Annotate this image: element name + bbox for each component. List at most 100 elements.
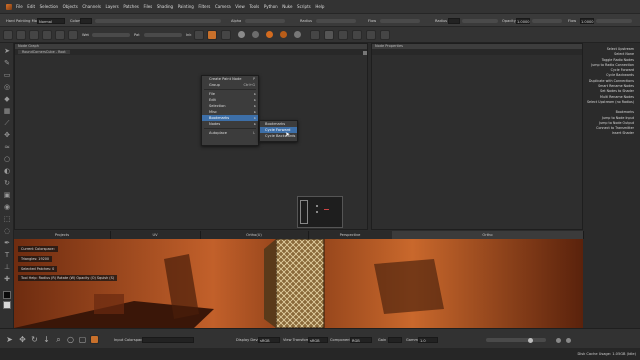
- dark-ball-icon[interactable]: [252, 31, 259, 38]
- menu-shading[interactable]: Shading: [157, 4, 173, 9]
- transform-tool-icon[interactable]: ✥: [3, 131, 11, 139]
- projection-tool-icon[interactable]: ▣: [3, 191, 11, 199]
- select-arrow-icon[interactable]: ➤: [3, 47, 11, 55]
- menu-scripts[interactable]: Scripts: [297, 4, 311, 9]
- orange-ball2-icon[interactable]: [280, 31, 287, 38]
- node-graph-tab[interactable]: RoundCornersCube - Root: [15, 49, 367, 55]
- eyedropper-icon[interactable]: ⟋: [3, 119, 11, 127]
- wireframe-icon[interactable]: [338, 30, 348, 40]
- marquee-tool-icon[interactable]: ⬚: [3, 215, 11, 223]
- gamma-slider-knob[interactable]: [528, 337, 533, 343]
- menu-python[interactable]: Python: [264, 4, 278, 9]
- tab-perspective[interactable]: Perspective: [308, 231, 393, 239]
- view-toggle2-icon[interactable]: [566, 337, 571, 343]
- fill-tool-icon[interactable]: ◆: [3, 95, 11, 103]
- radius2-field[interactable]: [448, 18, 460, 24]
- painting-mode-select[interactable]: Normal: [37, 18, 65, 24]
- brush-icon[interactable]: [207, 30, 217, 40]
- arrow-down-icon[interactable]: ↓: [42, 335, 51, 344]
- colors-slider[interactable]: [95, 19, 221, 23]
- pat-slider[interactable]: [144, 33, 182, 37]
- view-transform-select[interactable]: sRGB: [308, 337, 328, 343]
- input-colorspace-select[interactable]: [142, 337, 194, 343]
- layers-icon[interactable]: [16, 30, 26, 40]
- brush-preset-icon[interactable]: [29, 30, 39, 40]
- flow2-field[interactable]: 1.0000: [580, 18, 594, 24]
- menu-help[interactable]: Help: [315, 4, 324, 9]
- menu-camera[interactable]: Camera: [215, 4, 231, 9]
- wet-slider[interactable]: [92, 33, 130, 37]
- grid-icon[interactable]: [3, 30, 13, 40]
- palette-icon[interactable]: [55, 30, 65, 40]
- radius2-slider[interactable]: [462, 19, 498, 23]
- checker-icon[interactable]: [310, 30, 320, 40]
- camera-icon[interactable]: [366, 30, 376, 40]
- select-tool-icon[interactable]: ➤: [5, 335, 14, 344]
- submenu-cycle-backwards[interactable]: Cycle Backwards: [260, 133, 297, 139]
- flow2-slider[interactable]: [596, 19, 632, 23]
- menu-edit[interactable]: Edit: [27, 4, 35, 9]
- shortcut-item[interactable]: Insert Shader: [585, 131, 640, 136]
- tab-ortho-u[interactable]: Ortho(U): [200, 231, 309, 239]
- grid-toggle-icon[interactable]: [324, 30, 334, 40]
- picker-tool-icon[interactable]: ✚: [3, 275, 11, 283]
- gain-field[interactable]: [388, 337, 402, 343]
- menu-nodes-sub[interactable]: Nodes ▸: [202, 121, 258, 127]
- rotate-tool-icon[interactable]: ↻: [3, 179, 11, 187]
- menu-layers[interactable]: Layers: [106, 4, 119, 9]
- gradient-tool-icon[interactable]: ▦: [3, 107, 11, 115]
- foreground-color-swatch[interactable]: [3, 291, 11, 299]
- gamma-slider[interactable]: [486, 338, 546, 342]
- clone-tool-icon[interactable]: ◎: [3, 83, 11, 91]
- gamma-field[interactable]: 1.0: [418, 337, 438, 343]
- flood-fill-icon[interactable]: ◉: [3, 203, 11, 211]
- panel-close-icon[interactable]: [363, 51, 367, 55]
- menu-channels[interactable]: Channels: [82, 4, 101, 9]
- zoom-icon[interactable]: ⌕: [54, 335, 63, 344]
- orange-ball-icon[interactable]: [266, 31, 273, 38]
- alpha-slider[interactable]: [245, 19, 285, 23]
- frame-icon[interactable]: ▢: [78, 335, 87, 344]
- component-select[interactable]: RGB: [350, 337, 372, 343]
- shortcut-item[interactable]: Select Upstream (no Radios): [585, 100, 640, 105]
- hud-icon[interactable]: [352, 30, 362, 40]
- opacity-field[interactable]: 1.0000: [516, 18, 530, 24]
- view-toggle-icon[interactable]: [556, 337, 561, 343]
- menu-view[interactable]: View: [235, 4, 245, 9]
- radius-slider[interactable]: [316, 19, 356, 23]
- display-device-select[interactable]: sRGB: [258, 337, 280, 343]
- gray-ball-icon[interactable]: [238, 31, 245, 38]
- eraser-tool-icon[interactable]: ▭: [3, 71, 11, 79]
- paint-through-icon[interactable]: [90, 335, 99, 344]
- eraser-icon[interactable]: [221, 30, 231, 40]
- flow-slider[interactable]: [380, 19, 420, 23]
- tab-projects[interactable]: Projects: [14, 231, 111, 239]
- smear-tool-icon[interactable]: ≈: [3, 143, 11, 151]
- tab-uv[interactable]: UV: [110, 231, 201, 239]
- rotate-view-icon[interactable]: ↻: [30, 335, 39, 344]
- node-graph-minimap[interactable]: [297, 196, 343, 228]
- menu-group[interactable]: Group Ctrl+G: [202, 82, 258, 88]
- tab-ortho[interactable]: Ortho: [392, 231, 584, 239]
- opacity-slider[interactable]: [532, 19, 562, 23]
- text-tool-icon[interactable]: T: [3, 251, 11, 259]
- zoom-out-icon[interactable]: ○: [66, 335, 75, 344]
- menu-tools[interactable]: Tools: [249, 4, 259, 9]
- menu-files[interactable]: Files: [143, 4, 152, 9]
- blur-tool-icon[interactable]: ○: [3, 155, 11, 163]
- ruler-tool-icon[interactable]: ⊥: [3, 263, 11, 271]
- menu-autoplace[interactable]: Autoplace L: [202, 130, 258, 136]
- menu-objects[interactable]: Objects: [63, 4, 78, 9]
- lock-icon[interactable]: [194, 30, 204, 40]
- 3d-viewport[interactable]: Current Colorspace: Triangles: 19200 Sel…: [14, 239, 583, 328]
- menu-file[interactable]: File: [16, 4, 23, 9]
- menu-painting[interactable]: Painting: [178, 4, 194, 9]
- background-color-swatch[interactable]: [3, 301, 11, 309]
- menu-nuke[interactable]: Nuke: [282, 4, 292, 9]
- lasso-tool-icon[interactable]: ◌: [3, 227, 11, 235]
- menu-patches[interactable]: Patches: [123, 4, 139, 9]
- colors-field[interactable]: [80, 18, 92, 24]
- move-icon[interactable]: ✥: [18, 335, 27, 344]
- pen-tool-icon[interactable]: ✒: [3, 239, 11, 247]
- stamp-icon[interactable]: [42, 30, 52, 40]
